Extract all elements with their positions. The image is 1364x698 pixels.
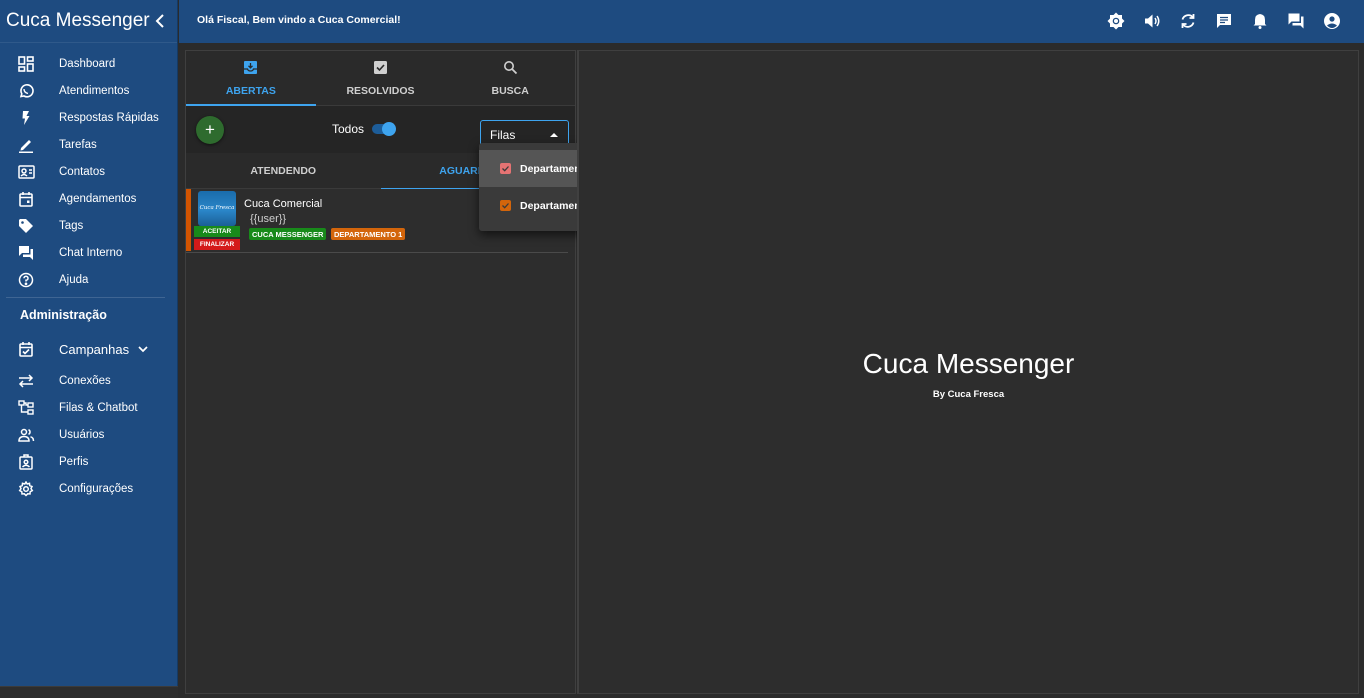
event-available-icon	[16, 339, 36, 359]
admin-section-title: Administração	[20, 307, 107, 322]
sidebar-item-label: Usuários	[59, 428, 105, 441]
tab-busca[interactable]: BUSCA	[445, 51, 575, 105]
toggle-knob	[382, 122, 396, 136]
tab-label: RESOLVIDOS	[346, 84, 415, 97]
sidebar-item-contatos[interactable]: Contatos	[0, 158, 177, 185]
placeholder-title: Cuca Messenger	[862, 348, 1075, 379]
sidebar-item-campanhas[interactable]: Campanhas	[0, 331, 177, 367]
contact-card-icon	[16, 162, 36, 182]
avatar-logo-text: Cuca Fresca	[199, 205, 235, 211]
sidebar-item-tags[interactable]: Tags	[0, 212, 177, 239]
sidebar-item-label: Contatos	[59, 165, 106, 178]
sidebar-item-label: Filas & Chatbot	[59, 401, 138, 414]
placeholder-subtitle: By Cuca Fresca	[932, 389, 1005, 400]
sidebar-item-ajuda[interactable]: Ajuda	[0, 266, 177, 293]
tab-label: BUSCA	[491, 84, 529, 97]
whatsapp-icon	[16, 81, 36, 101]
sidebar-item-label: Tarefas	[59, 138, 97, 151]
account-tree-icon	[16, 398, 36, 418]
forum-icon	[16, 243, 36, 263]
calendar-icon	[16, 189, 36, 209]
contact-name: Cuca Comercial	[244, 198, 323, 210]
sidebar-item-label: Respostas Rápidas	[59, 111, 159, 124]
brightness-icon[interactable]	[1106, 11, 1126, 31]
queue-color-stripe	[186, 189, 191, 251]
checkbox-checked-icon[interactable]	[500, 163, 511, 174]
sidebar-footer	[0, 686, 178, 698]
sidebar-item-chat-interno[interactable]: Chat Interno	[0, 239, 177, 266]
tab-abertas[interactable]: ABERTAS	[186, 51, 316, 106]
sidebar-item-perfis[interactable]: Perfis	[0, 448, 177, 475]
volume-icon[interactable]	[1142, 11, 1162, 31]
add-ticket-button[interactable]: +	[196, 116, 224, 144]
tab-label: ABERTAS	[225, 84, 276, 97]
sidebar-item-label: Configurações	[59, 482, 134, 495]
finish-button[interactable]: FINALIZAR	[194, 239, 240, 250]
sidebar-item-conexoes[interactable]: Conexões	[0, 367, 177, 394]
sidebar-item-label: Atendimentos	[59, 84, 130, 97]
forum-icon[interactable]	[1286, 11, 1306, 31]
inbox-icon	[243, 60, 258, 80]
sync-alt-icon	[16, 371, 36, 391]
sidebar-item-tarefas[interactable]: Tarefas	[0, 131, 177, 158]
accept-button[interactable]: ACEITAR	[194, 226, 240, 237]
chevron-down-icon[interactable]	[137, 343, 149, 355]
avatar: Cuca Fresca	[198, 191, 236, 226]
help-icon	[16, 270, 36, 290]
search-icon	[503, 60, 518, 80]
sidebar-item-usuarios[interactable]: Usuários	[0, 421, 177, 448]
tickets-tabs: ABERTAS RESOLVIDOS BUSCA	[186, 51, 575, 106]
queue-badge: DEPARTAMENTO 1	[331, 228, 406, 240]
chat-placeholder: Cuca Messenger By Cuca Fresca	[577, 50, 1359, 694]
app-title: Cuca Messenger	[6, 10, 150, 31]
settings-icon	[16, 479, 36, 499]
app-brand: Cuca Messenger	[0, 0, 177, 43]
sidebar-item-atendimentos[interactable]: Atendimentos	[0, 77, 177, 104]
sidebar-item-label: Tags	[59, 219, 84, 232]
sidebar-item-configuracoes[interactable]: Configurações	[0, 475, 177, 502]
chevron-left-icon[interactable]	[153, 12, 167, 30]
sidebar-item-label: Dashboard	[59, 57, 116, 70]
chat-icon[interactable]	[1214, 11, 1234, 31]
sidebar-item-respostas-rapidas[interactable]: Respostas Rápidas	[0, 104, 177, 131]
checkbox-checked-icon[interactable]	[500, 200, 511, 211]
sidebar-item-label: Ajuda	[59, 273, 89, 286]
sidebar: Cuca Messenger Dashboard Atendimentos Re…	[0, 0, 178, 698]
sidebar-item-filas-chatbot[interactable]: Filas & Chatbot	[0, 394, 177, 421]
badge-icon	[16, 452, 36, 472]
people-icon	[16, 425, 36, 445]
sidebar-item-dashboard[interactable]: Dashboard	[0, 50, 177, 77]
notifications-icon[interactable]	[1250, 11, 1270, 31]
flash-icon	[16, 108, 36, 128]
pencil-icon	[16, 135, 36, 155]
show-all-toggle[interactable]	[372, 122, 396, 136]
welcome-message: Olá Fiscal, Bem vindo a Cuca Comercial!	[197, 14, 401, 26]
dashboard-icon	[16, 54, 36, 74]
queue-select-label: Filas	[490, 127, 516, 142]
sidebar-item-agendamentos[interactable]: Agendamentos	[0, 185, 177, 212]
tab-atendendo[interactable]: ATENDENDO	[186, 153, 381, 188]
header-actions	[1106, 11, 1342, 31]
sidebar-item-label: Agendamentos	[59, 192, 137, 205]
refresh-icon[interactable]	[1178, 11, 1198, 31]
last-message: {{user}}	[250, 213, 287, 225]
sidebar-nav: Dashboard Atendimentos Respostas Rápidas…	[0, 43, 177, 293]
check-box-icon	[373, 60, 388, 80]
show-all-label: Todos	[332, 122, 365, 136]
sidebar-item-label: Conexões	[59, 374, 111, 387]
sidebar-item-label: Campanhas	[59, 341, 130, 357]
top-bar: Olá Fiscal, Bem vindo a Cuca Comercial!	[179, 0, 1364, 43]
sidebar-item-label: Chat Interno	[59, 246, 123, 259]
caret-up-icon	[550, 133, 558, 137]
admin-nav: Campanhas Conexões Filas & Chatbot Usuár…	[0, 331, 177, 502]
account-circle-icon[interactable]	[1322, 11, 1342, 31]
tag-icon	[16, 216, 36, 236]
tab-resolvidos[interactable]: RESOLVIDOS	[316, 51, 446, 105]
sidebar-item-label: Perfis	[59, 455, 89, 468]
connection-badge: CUCA MESSENGER	[249, 228, 327, 240]
